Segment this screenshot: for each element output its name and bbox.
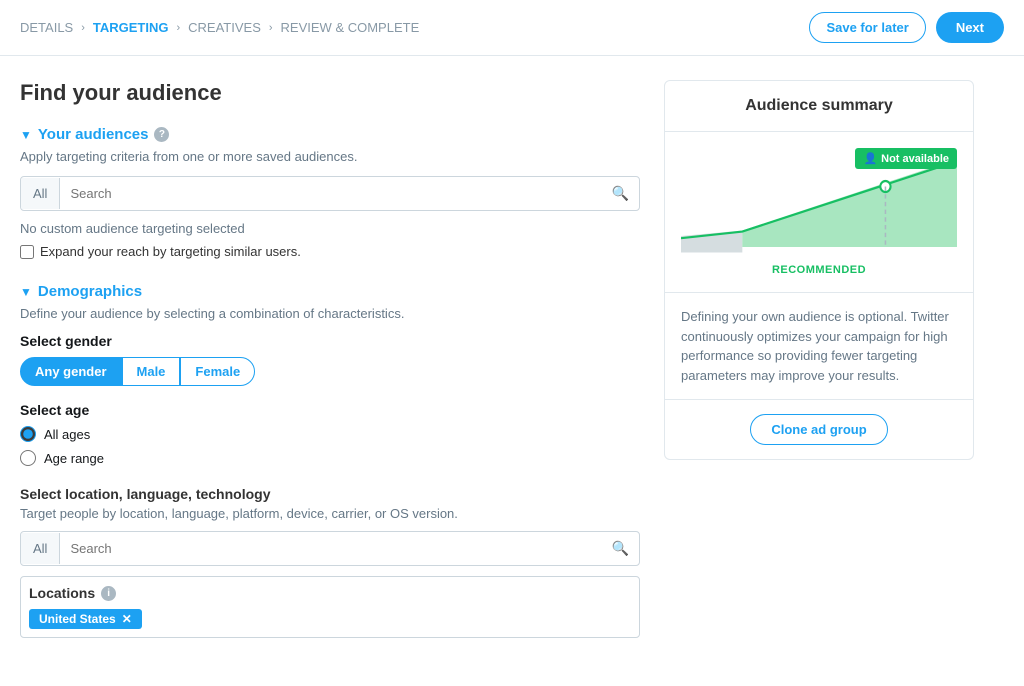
location-search-icon: 🔍 (602, 532, 639, 565)
age-label: Select age (20, 402, 640, 418)
person-icon: 👤 (863, 152, 877, 165)
breadcrumb-sep-1: › (81, 22, 85, 34)
not-available-text: Not available (881, 153, 949, 165)
locations-label: Locations (29, 585, 95, 601)
summary-title: Audience summary (665, 81, 973, 132)
save-for-later-button[interactable]: Save for later (809, 12, 925, 43)
your-audiences-section: ▼ Your audiences ? Apply targeting crite… (20, 126, 640, 259)
location-search-tab: All (21, 533, 60, 564)
main-layout: Find your audience ▼ Your audiences ? Ap… (0, 56, 1024, 686)
gender-male-button[interactable]: Male (122, 357, 181, 386)
gender-buttons-group: Any gender Male Female (20, 357, 640, 386)
age-all-radio[interactable] (20, 426, 36, 442)
breadcrumb-sep-3: › (269, 22, 273, 34)
chart-area: 👤 Not available RECOMMENDED (665, 132, 973, 293)
top-actions: Save for later Next (809, 12, 1004, 43)
location-search-input[interactable] (60, 533, 601, 564)
audiences-info-icon: ? (154, 127, 169, 142)
audiences-search-icon: 🔍 (602, 177, 639, 210)
breadcrumb-sep-2: › (176, 22, 180, 34)
demographics-description: Define your audience by selecting a comb… (20, 306, 640, 321)
age-range-label: Age range (44, 451, 104, 466)
age-options: All ages Age range (20, 426, 640, 466)
age-range-option[interactable]: Age range (20, 450, 640, 466)
summary-description: Defining your own audience is optional. … (665, 293, 973, 400)
summary-footer: Clone ad group (665, 400, 973, 459)
audiences-search-container: All 🔍 (20, 176, 640, 211)
age-range-radio[interactable] (20, 450, 36, 466)
expand-reach-label: Expand your reach by targeting similar u… (40, 244, 301, 259)
location-label: Select location, language, technology (20, 486, 640, 502)
chart-wrapper: 👤 Not available (681, 148, 957, 258)
demographics-header: ▼ Demographics (20, 283, 640, 300)
age-all-label: All ages (44, 427, 90, 442)
expand-reach-option[interactable]: Expand your reach by targeting similar u… (20, 244, 640, 259)
audiences-search-input[interactable] (60, 178, 601, 209)
location-search-container: All 🔍 (20, 531, 640, 566)
audiences-description: Apply targeting criteria from one or mor… (20, 149, 640, 164)
audiences-chevron-icon: ▼ (20, 128, 32, 142)
not-available-badge: 👤 Not available (855, 148, 957, 169)
breadcrumb-creatives: CREATIVES (188, 20, 261, 35)
breadcrumb-details: DETAILS (20, 20, 73, 35)
gender-label: Select gender (20, 333, 640, 349)
locations-tag-box: Locations i United States ✕ (20, 576, 640, 638)
breadcrumb-targeting: TARGETING (93, 20, 169, 35)
demographics-chevron-icon: ▼ (20, 285, 32, 299)
your-audiences-header: ▼ Your audiences ? (20, 126, 640, 143)
age-all-option[interactable]: All ages (20, 426, 640, 442)
right-panel: Audience summary (664, 80, 974, 662)
demographics-section: ▼ Demographics Define your audience by s… (20, 283, 640, 638)
gender-any-button[interactable]: Any gender (20, 357, 122, 386)
page-title: Find your audience (20, 80, 640, 106)
gender-female-button[interactable]: Female (180, 357, 255, 386)
next-button[interactable]: Next (936, 12, 1004, 43)
your-audiences-title: Your audiences (38, 126, 149, 143)
breadcrumb: DETAILS › TARGETING › CREATIVES › REVIEW… (20, 20, 419, 35)
locations-info-icon: i (101, 586, 116, 601)
breadcrumb-review: REVIEW & COMPLETE (281, 20, 420, 35)
audience-summary-box: Audience summary (664, 80, 974, 460)
location-tag-us[interactable]: United States ✕ (29, 609, 142, 629)
top-bar: DETAILS › TARGETING › CREATIVES › REVIEW… (0, 0, 1024, 56)
location-description: Target people by location, language, pla… (20, 506, 640, 521)
demographics-title: Demographics (38, 283, 142, 300)
left-panel: Find your audience ▼ Your audiences ? Ap… (20, 80, 640, 662)
locations-header: Locations i (29, 585, 631, 601)
recommended-label: RECOMMENDED (681, 264, 957, 276)
location-tag-close-icon[interactable]: ✕ (122, 612, 132, 626)
audiences-search-tab: All (21, 178, 60, 209)
no-audience-text: No custom audience targeting selected (20, 221, 640, 236)
clone-ad-group-button[interactable]: Clone ad group (750, 414, 887, 445)
location-tag-label: United States (39, 612, 116, 626)
expand-reach-checkbox[interactable] (20, 245, 34, 259)
